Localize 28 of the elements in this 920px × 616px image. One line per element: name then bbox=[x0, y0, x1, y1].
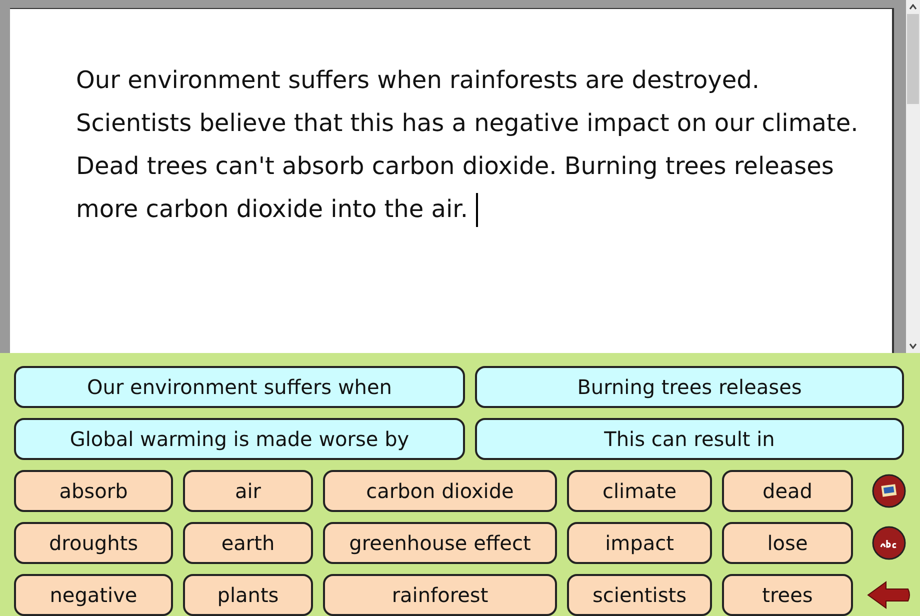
word-button[interactable]: dead bbox=[722, 470, 853, 512]
scroll-down-icon[interactable] bbox=[909, 343, 917, 349]
phrase-button[interactable]: Global warming is made worse by bbox=[14, 418, 465, 460]
word-button[interactable]: trees bbox=[722, 574, 853, 616]
word-button[interactable]: greenhouse effect bbox=[323, 522, 557, 564]
word-button[interactable]: lose bbox=[722, 522, 853, 564]
phrase-button[interactable]: This can result in bbox=[475, 418, 904, 460]
scroll-up-icon[interactable] bbox=[909, 4, 917, 10]
phrase-button[interactable]: Burning trees releases bbox=[475, 366, 904, 408]
word-button[interactable]: negative bbox=[14, 574, 173, 616]
word-button[interactable]: rainforest bbox=[323, 574, 557, 616]
scrollbar[interactable] bbox=[906, 0, 920, 353]
word-button[interactable]: droughts bbox=[14, 522, 173, 564]
word-button[interactable]: plants bbox=[183, 574, 313, 616]
word-button[interactable]: scientists bbox=[567, 574, 712, 616]
phrase-button[interactable]: Our environment suffers when bbox=[14, 366, 465, 408]
word-button[interactable]: climate bbox=[567, 470, 712, 512]
scroll-thumb[interactable] bbox=[907, 14, 919, 104]
word-button[interactable]: impact bbox=[567, 522, 712, 564]
text-cursor bbox=[476, 193, 478, 228]
back-arrow-icon[interactable] bbox=[866, 580, 912, 610]
word-button[interactable]: absorb bbox=[14, 470, 173, 512]
word-button[interactable]: air bbox=[183, 470, 313, 512]
word-button[interactable]: carbon dioxide bbox=[323, 470, 557, 512]
word-button[interactable]: earth bbox=[183, 522, 313, 564]
abc-button-icon[interactable] bbox=[872, 526, 906, 560]
picture-button-icon[interactable] bbox=[872, 474, 906, 508]
document-text: Our environment suffers when rainforests are destroyed. Scientists believe that this has a negative impact on our climate. Dead trees can't absorb carbon dioxide. Burning trees releases more carbon dioxide into the air. bbox=[76, 59, 866, 231]
